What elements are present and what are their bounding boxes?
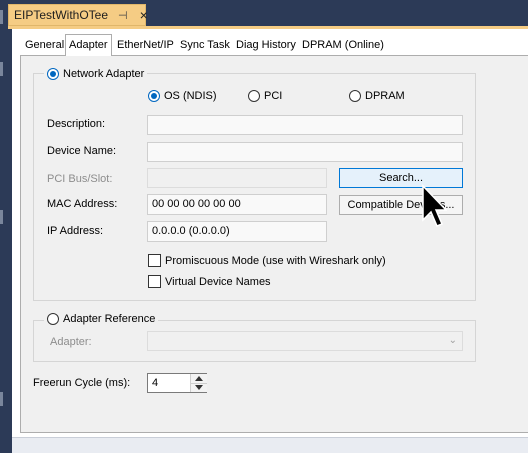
tab-diag-history[interactable]: Diag History xyxy=(233,36,299,56)
checkbox-unchecked-icon xyxy=(148,254,161,267)
device-name-field[interactable] xyxy=(147,142,463,162)
document-tab-title: EIPTestWithOTee xyxy=(14,8,109,22)
promiscuous-mode-checkbox[interactable]: Promiscuous Mode (use with Wireshark onl… xyxy=(148,254,386,267)
virtual-device-names-checkbox[interactable]: Virtual Device Names xyxy=(148,275,271,288)
strip-marker xyxy=(0,210,3,224)
strip-marker xyxy=(0,10,3,24)
document-tab[interactable]: EIPTestWithOTee ⊣ × xyxy=(8,4,148,26)
pci-bus-slot-label: PCI Bus/Slot: xyxy=(47,173,113,185)
spinner-down-icon[interactable] xyxy=(195,385,203,390)
radio-selected-icon xyxy=(47,68,59,80)
tab-dpram-online[interactable]: DPRAM (Online) xyxy=(299,36,387,56)
checkbox-unchecked-icon xyxy=(148,275,161,288)
mode-os-ndis-label: OS (NDIS) xyxy=(164,90,217,102)
mode-os-ndis-radio[interactable]: OS (NDIS) xyxy=(148,90,217,102)
spinner-divider xyxy=(191,383,207,384)
strip-marker xyxy=(0,62,3,76)
promiscuous-mode-label: Promiscuous Mode (use with Wireshark onl… xyxy=(165,254,386,267)
freerun-cycle-value: 4 xyxy=(152,377,159,389)
window-footer xyxy=(12,437,528,453)
mouse-cursor-icon xyxy=(422,184,447,227)
adapter-reference-label: Adapter Reference xyxy=(63,313,156,325)
radio-unselected-icon xyxy=(349,90,361,102)
freerun-cycle-spinner[interactable] xyxy=(190,374,207,392)
spinner-up-icon[interactable] xyxy=(195,376,203,381)
mode-pci-label: PCI xyxy=(264,90,283,102)
virtual-device-names-label: Virtual Device Names xyxy=(165,275,271,288)
network-adapter-radio[interactable]: Network Adapter xyxy=(44,68,148,80)
description-label: Description: xyxy=(47,118,106,130)
ip-address-field[interactable]: 0.0.0.0 (0.0.0.0) xyxy=(147,221,327,242)
mode-pci-radio[interactable]: PCI xyxy=(248,90,282,102)
pin-icon[interactable]: ⊣ xyxy=(118,9,128,22)
tab-sync-task[interactable]: Sync Task xyxy=(177,36,233,56)
mac-address-label: MAC Address: xyxy=(47,198,118,210)
pci-bus-slot-field xyxy=(147,168,327,188)
radio-unselected-icon xyxy=(248,90,260,102)
tab-general[interactable]: General xyxy=(22,36,67,56)
adapter-select: ⌄ xyxy=(147,331,463,351)
device-name-label: Device Name: xyxy=(47,145,117,157)
tab-adapter[interactable]: Adapter xyxy=(65,34,112,56)
mac-address-field[interactable]: 00 00 00 00 00 00 xyxy=(147,194,327,215)
mode-dpram-label: DPRAM xyxy=(365,90,405,102)
mode-dpram-radio[interactable]: DPRAM xyxy=(349,90,405,102)
strip-marker xyxy=(0,392,3,406)
tab-ethernet-ip[interactable]: EtherNet/IP xyxy=(114,36,177,56)
chevron-down-icon: ⌄ xyxy=(448,335,457,346)
ip-address-label: IP Address: xyxy=(47,225,104,237)
close-icon[interactable]: × xyxy=(140,7,148,23)
network-adapter-label: Network Adapter xyxy=(63,68,145,80)
background-strip xyxy=(0,0,12,452)
radio-selected-icon xyxy=(148,90,160,102)
adapter-reference-radio[interactable]: Adapter Reference xyxy=(44,313,159,325)
adapter-label: Adapter: xyxy=(50,336,92,348)
freerun-cycle-label: Freerun Cycle (ms): xyxy=(33,377,131,389)
radio-unselected-icon xyxy=(47,313,59,325)
description-field[interactable] xyxy=(147,115,463,135)
